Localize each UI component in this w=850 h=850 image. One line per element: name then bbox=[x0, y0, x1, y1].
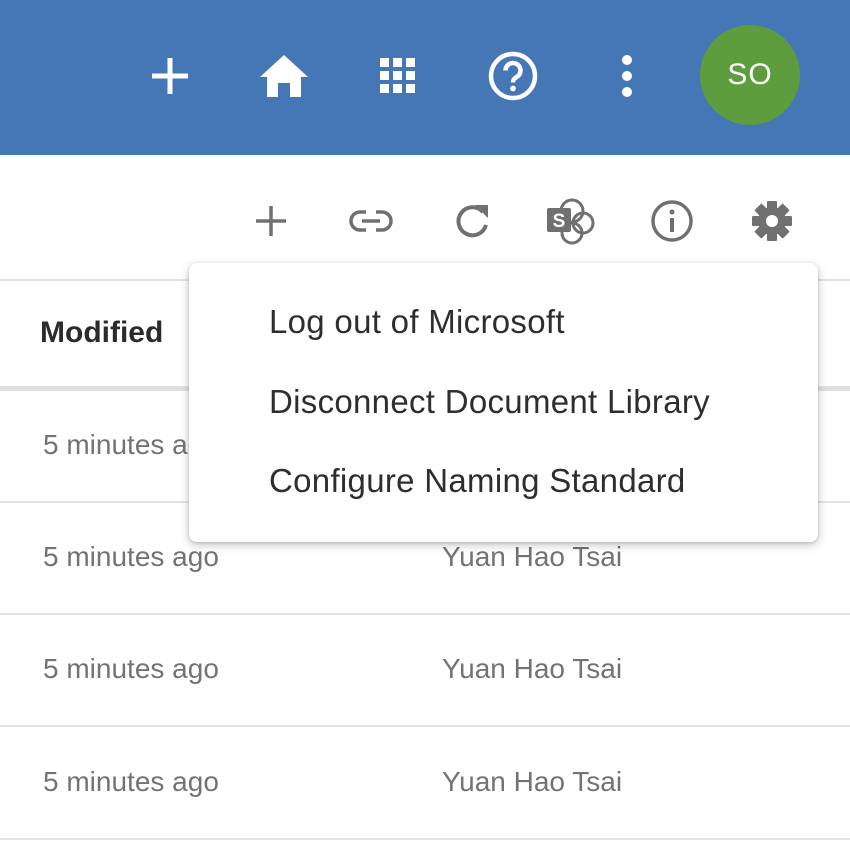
home-icon[interactable] bbox=[258, 50, 310, 102]
refresh-icon[interactable] bbox=[446, 195, 498, 247]
add-icon[interactable] bbox=[245, 195, 297, 247]
info-icon[interactable] bbox=[646, 195, 698, 247]
plus-icon[interactable] bbox=[144, 50, 196, 102]
table-row[interactable]: 5 minutes ago Yuan Hao Tsai bbox=[0, 728, 850, 840]
settings-gear-icon[interactable] bbox=[746, 195, 798, 247]
user-avatar[interactable]: SO bbox=[700, 25, 800, 125]
settings-dropdown-menu: Log out of Microsoft Disconnect Document… bbox=[189, 263, 818, 542]
svg-text:S: S bbox=[553, 211, 566, 232]
cell-modified: 5 minutes ago bbox=[43, 653, 219, 684]
menu-item-configure-naming[interactable]: Configure Naming Standard bbox=[189, 441, 818, 521]
apps-grid-icon[interactable] bbox=[372, 50, 424, 102]
sharepoint-icon[interactable]: S bbox=[545, 195, 597, 247]
column-header-modified[interactable]: Modified bbox=[40, 316, 163, 350]
more-vertical-icon[interactable] bbox=[601, 50, 653, 102]
cell-modified: 5 minutes ago bbox=[43, 541, 219, 572]
cell-modified-by: Yuan Hao Tsai bbox=[442, 766, 623, 797]
cell-modified-by: Yuan Hao Tsai bbox=[442, 653, 623, 684]
cell-modified: 5 minutes ago bbox=[43, 766, 219, 797]
top-app-bar: SO bbox=[0, 0, 850, 155]
cell-modified-by: Yuan Hao Tsai bbox=[442, 541, 623, 572]
link-icon[interactable] bbox=[345, 195, 397, 247]
menu-item-disconnect-library[interactable]: Disconnect Document Library bbox=[189, 362, 818, 442]
menu-item-log-out[interactable]: Log out of Microsoft bbox=[189, 282, 818, 362]
library-toolbar: S bbox=[0, 155, 850, 279]
table-row[interactable]: 5 minutes ago Yuan Hao Tsai bbox=[0, 615, 850, 727]
avatar-initials: SO bbox=[727, 58, 773, 91]
help-icon[interactable] bbox=[487, 50, 539, 102]
